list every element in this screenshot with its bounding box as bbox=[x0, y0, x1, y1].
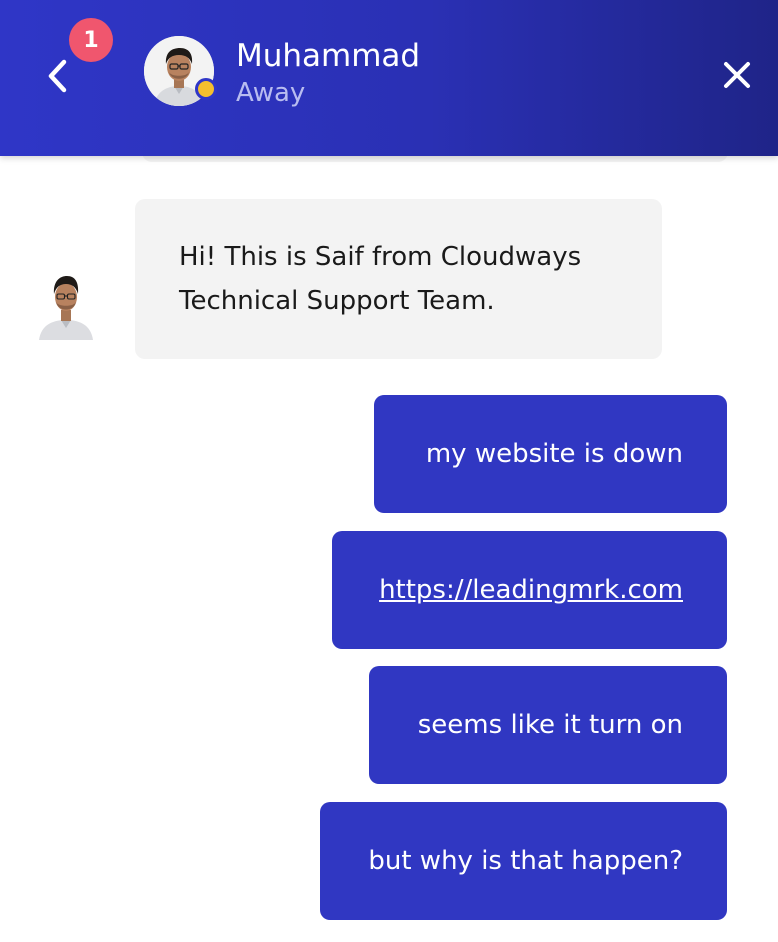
outgoing-message-bubble: https://leadingmrk.com bbox=[332, 531, 727, 649]
agent-avatar-container bbox=[144, 36, 217, 106]
agent-status: Away bbox=[236, 78, 306, 108]
outgoing-message-bubble: but why is that happen? bbox=[320, 802, 727, 920]
outgoing-message-bubble: my website is down bbox=[374, 395, 727, 513]
incoming-agent-avatar bbox=[37, 268, 95, 340]
message-link[interactable]: https://leadingmrk.com bbox=[379, 568, 683, 612]
close-button[interactable] bbox=[712, 50, 762, 100]
away-status-dot bbox=[195, 78, 217, 100]
message-text: my website is down bbox=[425, 439, 683, 469]
incoming-message-bubble: Hi! This is Saif from Cloudways Technica… bbox=[135, 199, 662, 359]
message-text: but why is that happen? bbox=[368, 846, 683, 876]
message-text: seems like it turn on bbox=[417, 710, 683, 740]
person-avatar-image bbox=[39, 276, 93, 340]
close-icon bbox=[724, 62, 750, 88]
chevron-left-icon bbox=[48, 59, 67, 93]
chat-window: 1 Muhammad Away Hi! This is Saif from Cl… bbox=[0, 0, 778, 942]
chat-header: 1 Muhammad Away bbox=[0, 0, 778, 156]
outgoing-message-bubble: seems like it turn on bbox=[369, 666, 727, 784]
unread-badge: 1 bbox=[69, 18, 113, 62]
agent-name: Muhammad bbox=[236, 38, 421, 74]
message-text: Hi! This is Saif from Cloudways Technica… bbox=[179, 242, 582, 316]
